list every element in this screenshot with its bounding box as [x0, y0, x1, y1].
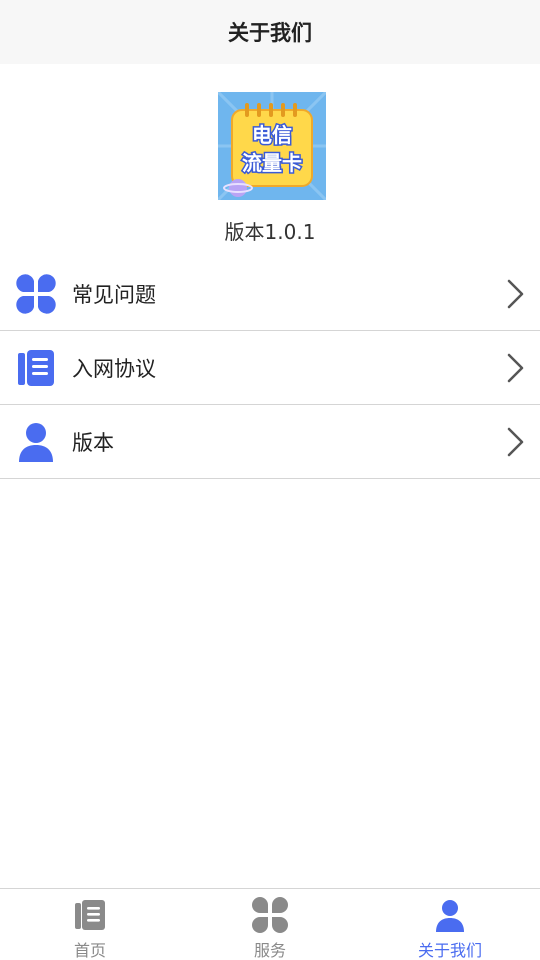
grid-icon	[16, 274, 56, 314]
user-icon	[19, 423, 53, 462]
nav-bar: 关于我们	[0, 0, 540, 64]
tab-bar: 首页 服务 关于我们	[0, 888, 540, 960]
tab-label: 首页	[73, 941, 106, 960]
tab-label: 关于我们	[417, 941, 482, 960]
menu-item-version[interactable]: 版本	[0, 405, 540, 479]
user-icon	[436, 900, 464, 932]
chevron-right-icon	[507, 427, 524, 457]
page-title: 关于我们	[228, 21, 312, 45]
tab-home[interactable]: 首页	[0, 889, 180, 960]
tab-label: 服务	[253, 941, 286, 960]
menu-item-label: 常见问题	[72, 282, 156, 307]
tab-service[interactable]: 服务	[180, 889, 360, 960]
app-logo: 电信 流量卡	[218, 92, 326, 200]
menu-item-agreement[interactable]: 入网协议	[0, 331, 540, 405]
app-screen: 关于我们 电信 流量卡 版本1.0.1 常见问题 入网协议 版本 首页 服务 关…	[0, 0, 540, 960]
tab-about-us[interactable]: 关于我们	[360, 889, 540, 960]
menu-item-faq[interactable]: 常见问题	[0, 257, 540, 331]
svg-text:流量卡: 流量卡	[242, 151, 302, 175]
menu-item-label: 版本	[72, 430, 114, 455]
settings-menu: 常见问题 入网协议 版本	[0, 257, 540, 479]
version-caption: 版本1.0.1	[224, 220, 316, 244]
document-icon	[18, 350, 54, 386]
svg-text:电信: 电信	[252, 123, 292, 147]
chevron-right-icon	[507, 353, 524, 383]
menu-item-label: 入网协议	[72, 356, 156, 381]
chevron-right-icon	[507, 279, 524, 309]
app-logo-image: 电信 流量卡	[218, 92, 326, 200]
grid-icon	[252, 897, 288, 933]
document-icon	[75, 900, 105, 930]
